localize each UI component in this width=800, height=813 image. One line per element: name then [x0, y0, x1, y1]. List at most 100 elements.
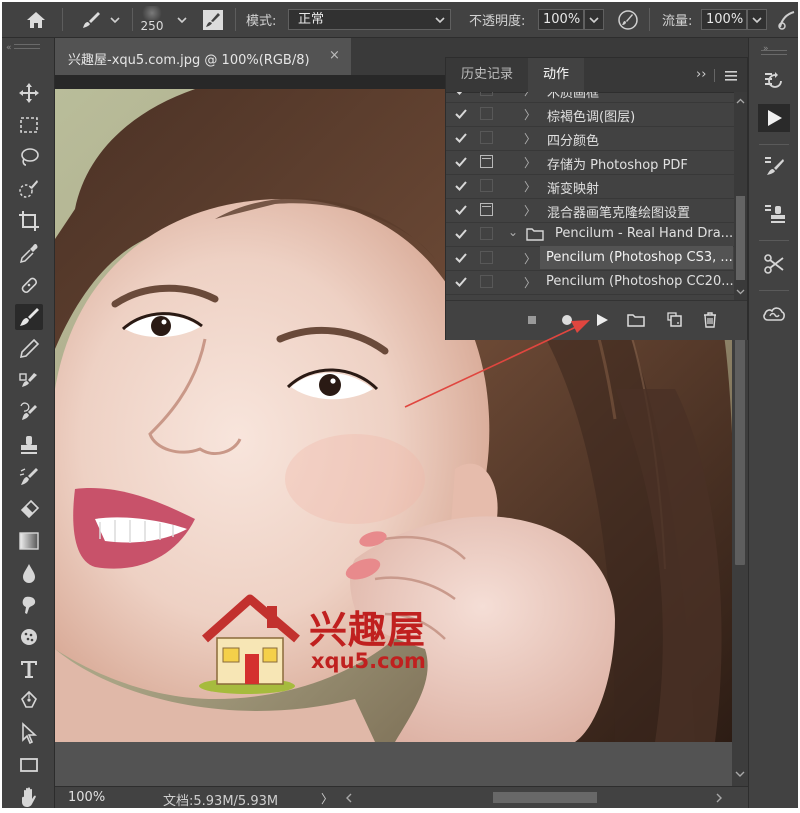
tab-actions[interactable]: 动作	[528, 58, 584, 93]
chevron-down-icon[interactable]: ⌄	[508, 225, 518, 239]
gradient-tool-icon[interactable]	[15, 528, 43, 554]
smudge-tool-icon[interactable]	[15, 592, 43, 618]
chevron-right-icon[interactable]: 〉	[524, 92, 536, 99]
action-row[interactable]: 〉 四分颜色	[446, 126, 734, 151]
sponge-tool-icon[interactable]	[15, 624, 43, 650]
dialog-toggle[interactable]	[480, 251, 493, 264]
check-icon[interactable]	[454, 275, 468, 289]
check-icon[interactable]	[454, 179, 468, 193]
airbrush-icon[interactable]	[777, 2, 797, 37]
dialog-toggle[interactable]	[480, 179, 493, 192]
chevron-down-icon[interactable]	[177, 2, 187, 37]
horizontal-scrollbar[interactable]	[345, 787, 725, 808]
action-row[interactable]: 〉 混合器画笔克隆绘图设置	[446, 198, 734, 223]
chevron-right-icon[interactable]: 〉	[524, 178, 536, 195]
dialog-toggle[interactable]	[480, 107, 493, 120]
collapse-icon[interactable]: «	[6, 43, 12, 53]
quick-selection-tool-icon[interactable]	[15, 176, 43, 202]
pencil-tool-icon[interactable]	[15, 336, 43, 362]
check-icon[interactable]	[454, 155, 468, 169]
dialog-toggle[interactable]	[480, 155, 493, 168]
play-icon[interactable]	[589, 308, 615, 332]
chevron-left-icon[interactable]	[345, 793, 353, 803]
crop-tool-icon[interactable]	[15, 208, 43, 234]
chevron-down-icon[interactable]	[736, 288, 745, 295]
brush-preset-icon[interactable]	[80, 2, 102, 37]
brush-size-picker[interactable]: 250	[140, 2, 164, 37]
lasso-tool-icon[interactable]	[15, 144, 43, 170]
zoom-level[interactable]: 100%	[68, 790, 105, 805]
history-panel-icon[interactable]	[758, 68, 790, 96]
flow-input[interactable]: 100%	[701, 9, 747, 30]
eyedropper-tool-icon[interactable]	[15, 240, 43, 266]
chevron-down-icon[interactable]	[110, 2, 120, 37]
chevron-right-icon[interactable]	[715, 793, 723, 803]
action-row[interactable]: 〉 存储为 Photoshop PDF	[446, 150, 734, 175]
dialog-toggle[interactable]	[480, 131, 493, 144]
action-set-row[interactable]: ⌄ Pencilum - Real Hand Dra...	[446, 222, 734, 247]
scrollbar-thumb[interactable]	[493, 792, 597, 803]
move-tool-icon[interactable]	[15, 80, 43, 106]
panel-grip[interactable]	[14, 44, 40, 49]
path-selection-tool-icon[interactable]	[15, 720, 43, 746]
document-tab[interactable]: 兴趣屋-xqu5.com.jpg @ 100%(RGB/8) ×	[55, 38, 351, 75]
chevron-right-icon[interactable]: 〉	[524, 106, 536, 123]
brush-tool-icon[interactable]	[15, 304, 43, 330]
pressure-opacity-icon[interactable]	[617, 2, 639, 37]
check-icon[interactable]	[454, 203, 468, 217]
opacity-dropdown[interactable]	[584, 9, 604, 30]
action-row[interactable]: 〉 Pencilum (Photoshop CC20...	[446, 270, 734, 295]
eraser-tool-icon[interactable]	[15, 496, 43, 522]
action-row[interactable]: 〉 渐变映射	[446, 174, 734, 199]
dialog-toggle[interactable]	[480, 275, 493, 288]
actions-scrollbar[interactable]	[734, 92, 747, 300]
art-history-brush-icon[interactable]	[15, 464, 43, 490]
marquee-tool-icon[interactable]	[15, 112, 43, 138]
record-icon[interactable]	[554, 308, 580, 332]
type-tool-icon[interactable]	[15, 656, 43, 682]
clone-stamp-tool-icon[interactable]	[15, 368, 43, 394]
hand-tool-icon[interactable]	[15, 784, 43, 808]
check-icon[interactable]	[454, 92, 468, 97]
check-icon[interactable]	[454, 227, 468, 241]
healing-brush-tool-icon[interactable]	[15, 272, 43, 298]
check-icon[interactable]	[454, 251, 468, 265]
opacity-input[interactable]: 100%	[538, 9, 584, 30]
chevron-down-icon[interactable]	[735, 770, 745, 778]
stamp-tool-icon[interactable]	[15, 432, 43, 458]
rectangle-tool-icon[interactable]	[15, 752, 43, 778]
check-icon[interactable]	[454, 131, 468, 145]
actions-panel-icon[interactable]	[758, 104, 790, 132]
chevron-right-icon[interactable]: 〉	[524, 274, 536, 291]
mode-dropdown[interactable]: 正常	[288, 9, 451, 30]
check-icon[interactable]	[454, 107, 468, 121]
panel-menu-icon[interactable]	[725, 70, 737, 85]
clone-source-icon[interactable]	[758, 200, 790, 228]
brush-settings-panel-icon[interactable]	[202, 2, 224, 37]
stop-icon[interactable]	[519, 308, 545, 332]
brush-settings-icon[interactable]	[758, 152, 790, 180]
dialog-toggle[interactable]	[480, 203, 493, 216]
status-menu-arrow[interactable]: 〉	[321, 790, 333, 807]
chevron-right-icon[interactable]: 〉	[524, 202, 536, 219]
home-icon[interactable]	[26, 2, 46, 37]
dialog-toggle[interactable]	[480, 92, 493, 96]
tool-presets-icon[interactable]	[758, 250, 790, 278]
chevron-up-icon[interactable]	[736, 98, 745, 105]
tab-history[interactable]: 历史记录	[446, 58, 528, 92]
chevron-right-icon[interactable]: 〉	[524, 154, 536, 171]
action-row-selected[interactable]: 〉 Pencilum (Photoshop CS3, ...	[446, 246, 734, 271]
flow-dropdown[interactable]	[747, 9, 767, 30]
creative-cloud-libraries-icon[interactable]	[758, 300, 790, 328]
dialog-toggle[interactable]	[480, 227, 493, 240]
blur-tool-icon[interactable]	[15, 560, 43, 586]
scrollbar-thumb[interactable]	[736, 196, 745, 280]
chevron-right-icon[interactable]: 〉	[524, 130, 536, 147]
history-brush-tool-icon[interactable]	[15, 400, 43, 426]
delete-icon[interactable]	[697, 308, 723, 332]
chevron-right-icon[interactable]: 〉	[524, 250, 536, 267]
panel-grip[interactable]	[761, 50, 787, 55]
new-set-icon[interactable]	[623, 308, 649, 332]
new-action-icon[interactable]	[662, 308, 688, 332]
close-icon[interactable]: ×	[329, 48, 340, 63]
